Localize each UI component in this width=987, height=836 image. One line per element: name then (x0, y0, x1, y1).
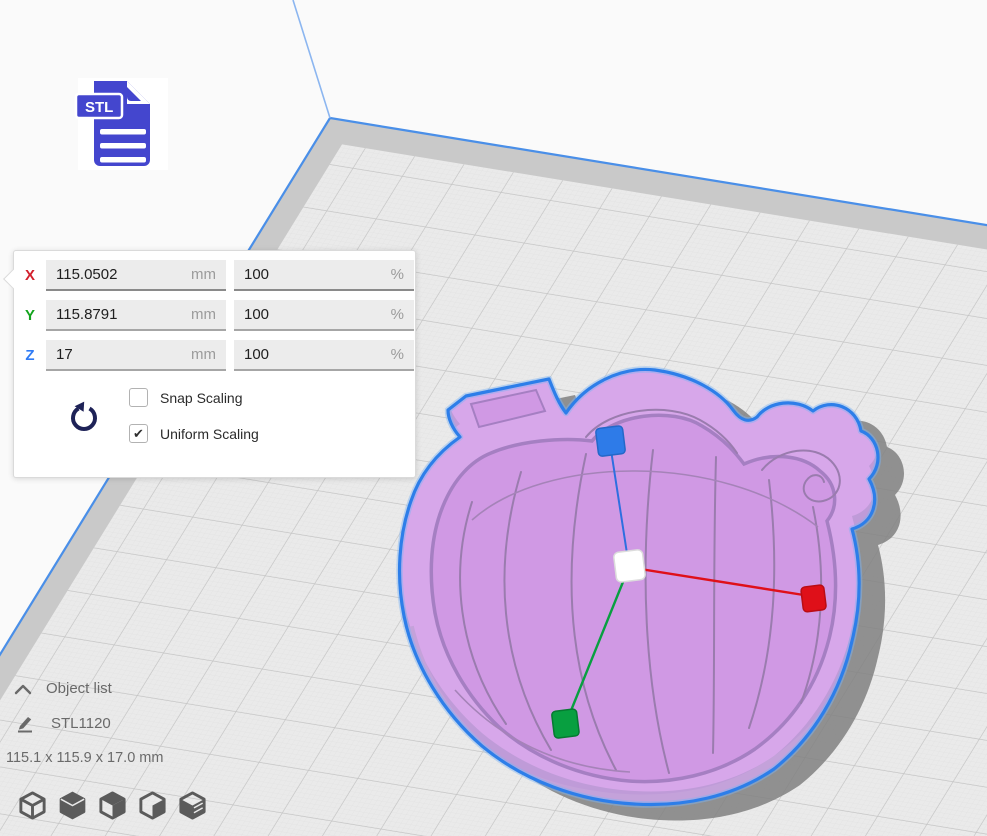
mm-unit-label: mm (191, 266, 216, 283)
stl-badge-label: STL (85, 99, 113, 116)
view-front-icon (57, 790, 88, 821)
scale-x-mm-input[interactable]: 115.0502 mm (46, 260, 226, 291)
scale-row-y: Y 115.8791 mm 100 % (14, 300, 415, 331)
scale-y-mm-input[interactable]: 115.8791 mm (46, 300, 226, 331)
reset-scale-button[interactable] (66, 398, 102, 434)
checkbox-unchecked (129, 388, 148, 407)
center-scale-handle[interactable] (613, 549, 645, 582)
object-list-item[interactable]: STL1120 (15, 712, 163, 734)
reset-rotate-icon (66, 398, 102, 434)
mm-unit-label: mm (191, 346, 216, 363)
scale-row-z: Z 17 mm 100 % (14, 340, 415, 371)
scale-z-mm-input[interactable]: 17 mm (46, 340, 226, 371)
scale-y-percent-input[interactable]: 100 % (234, 300, 414, 331)
object-list-panel: Object list STL1120 115.1 x 115.9 x 17.0… (13, 680, 163, 766)
chevron-up-icon (13, 682, 33, 696)
view-3d-icon (17, 790, 48, 821)
object-name: STL1120 (51, 715, 111, 732)
model-dimensions: 115.1 x 115.9 x 17.0 mm (6, 750, 163, 766)
view-right-icon (177, 790, 208, 821)
object-list-toggle[interactable]: Object list (13, 680, 163, 697)
view-left-icon (137, 790, 168, 821)
scale-z-percent-input[interactable]: 100 % (234, 340, 414, 371)
view-right-button[interactable] (176, 788, 208, 822)
z-scale-handle[interactable] (595, 426, 625, 457)
axis-y-label: Y (14, 307, 46, 324)
percent-unit-label: % (391, 346, 404, 363)
build-volume-edge (293, 0, 330, 118)
snap-scaling-checkbox[interactable]: Snap Scaling (129, 388, 259, 407)
mm-unit-label: mm (191, 306, 216, 323)
scale-x-percent-input[interactable]: 100 % (234, 260, 414, 291)
pencil-icon (15, 712, 37, 734)
scale-row-x: X 115.0502 mm 100 % (14, 260, 415, 291)
view-top-icon (97, 790, 128, 821)
view-top-button[interactable] (96, 788, 128, 822)
percent-unit-label: % (391, 266, 404, 283)
view-3d-button[interactable] (16, 788, 48, 822)
3d-viewport[interactable]: STL X 115.0502 mm 100 % Y 115.8791 mm (0, 0, 987, 836)
x-scale-handle[interactable] (801, 585, 827, 613)
camera-view-toolbar (16, 788, 208, 822)
view-front-button[interactable] (56, 788, 88, 822)
scale-tool-panel: X 115.0502 mm 100 % Y 115.8791 mm 100 % … (13, 250, 416, 478)
y-scale-handle[interactable] (551, 709, 579, 739)
object-list-label: Object list (46, 680, 112, 697)
percent-unit-label: % (391, 306, 404, 323)
checkbox-checked: ✔ (129, 424, 148, 443)
uniform-scaling-checkbox[interactable]: ✔ Uniform Scaling (129, 424, 259, 443)
view-left-button[interactable] (136, 788, 168, 822)
axis-z-label: Z (14, 347, 46, 364)
stl-file-icon[interactable]: STL (78, 78, 168, 170)
